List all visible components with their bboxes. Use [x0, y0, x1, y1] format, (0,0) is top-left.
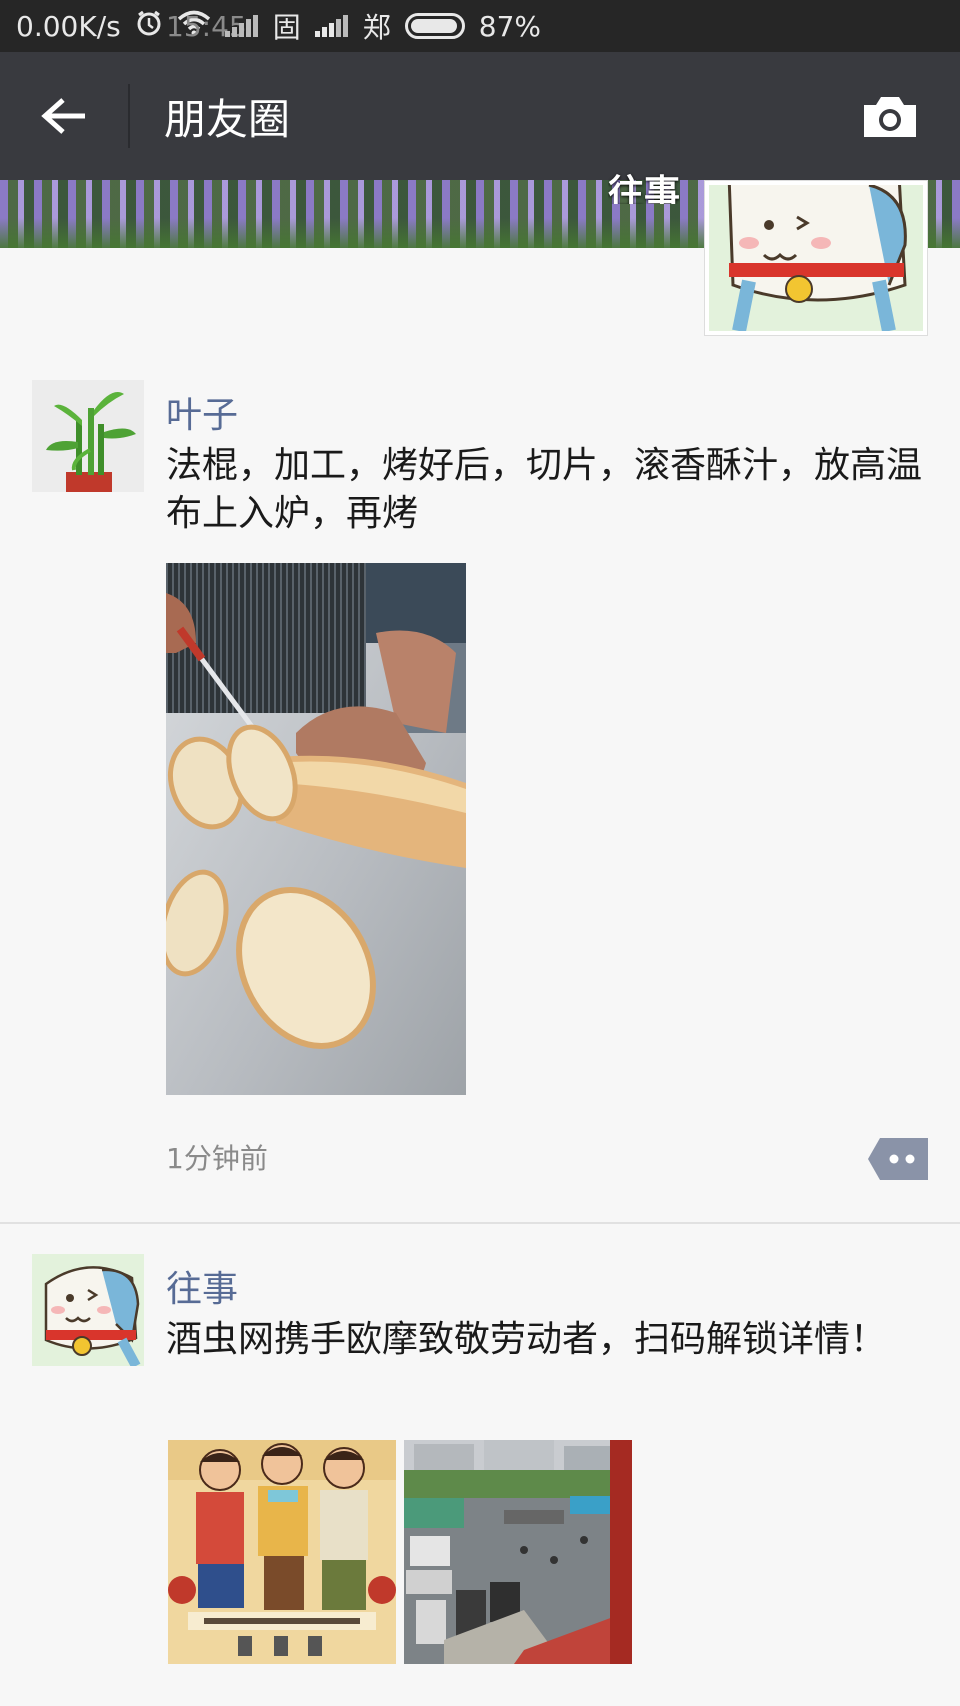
carrier-label-1: 固 — [272, 11, 301, 44]
cover-user-name: 往事 — [607, 173, 680, 204]
battery-icon — [404, 13, 465, 39]
comment-button[interactable] — [868, 1138, 928, 1180]
back-button[interactable] — [0, 52, 128, 180]
header-bar: 朋友圈 — [0, 52, 960, 180]
avatar[interactable] — [32, 380, 144, 492]
post-nickname[interactable]: 叶子 — [166, 386, 238, 438]
status-bar: 15:45 0.00K/s 固 郑 87% — [0, 0, 960, 52]
carrier-label-2: 郑 — [362, 11, 391, 44]
arrow-left-icon — [41, 98, 85, 134]
header-divider — [128, 84, 130, 148]
street-parking-photo[interactable] — [404, 1440, 632, 1664]
cover-avatar[interactable] — [704, 180, 928, 336]
signal-icon — [224, 15, 259, 37]
battery-percent: 87% — [478, 9, 541, 43]
bread-slicing-photo[interactable] — [166, 563, 466, 1095]
network-speed: 0.00K/s — [16, 9, 121, 43]
post-timestamp: 1分钟前 — [166, 1142, 268, 1175]
signal-icon — [314, 15, 349, 37]
post-text: 酒虫网携手欧摩致敬劳动者，扫码解锁详情！ — [166, 1319, 887, 1360]
camera-icon — [864, 97, 916, 137]
avatar[interactable] — [32, 1254, 144, 1366]
workers-poster-photo[interactable] — [168, 1440, 396, 1664]
alarm-icon — [135, 9, 163, 44]
post-text: 法棍，加工，烤好后，切片，滚香酥汁，放高温布上入炉，再烤 — [166, 445, 923, 534]
page-title: 朋友圈 — [164, 94, 291, 144]
post-nickname[interactable]: 往事 — [166, 1260, 238, 1312]
more-dots-icon — [868, 1138, 928, 1180]
post-divider — [0, 1222, 960, 1224]
camera-button[interactable] — [820, 52, 960, 180]
